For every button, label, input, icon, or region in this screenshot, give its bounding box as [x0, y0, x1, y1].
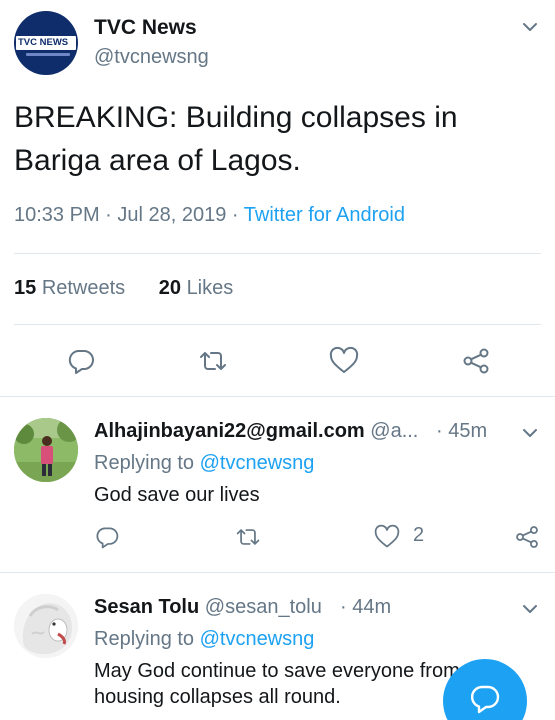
heart-icon[interactable] [329, 346, 359, 376]
likes-stat[interactable]: 20 Likes [159, 277, 234, 299]
heart-icon[interactable] [374, 524, 400, 550]
divider [0, 396, 555, 397]
chevron-down-icon[interactable] [519, 16, 541, 38]
avatar-logo-text: TVC NEWS [18, 37, 69, 48]
author-name[interactable]: TVC News [94, 16, 197, 40]
chevron-down-icon[interactable] [519, 598, 541, 620]
mention-link[interactable]: @tvcnewsng [200, 452, 315, 474]
tweet-meta: 10:33 PM · Jul 28, 2019 · Twitter for An… [14, 204, 405, 227]
tweet-text: BREAKING: Building collapses in Bariga a… [14, 101, 458, 177]
reply-author-handle[interactable]: @a... [370, 420, 418, 442]
reply-author-handle[interactable]: @sesan_tolu [205, 596, 322, 618]
reply-author-name[interactable]: Sesan Tolu [94, 596, 199, 618]
reply-author-name[interactable]: Alhajinbayani22@gmail.com [94, 420, 365, 442]
tweet-time: 10:33 PM [14, 204, 100, 226]
retweet-icon[interactable] [235, 524, 261, 550]
reply-text: God save our lives [94, 484, 260, 506]
author-handle[interactable]: @tvcnewsng [94, 46, 209, 69]
divider [14, 253, 541, 254]
replying-to: Replying to @tvcnewsng [94, 628, 315, 650]
meta-separator: · [226, 204, 244, 226]
avatar[interactable] [14, 594, 78, 658]
share-icon[interactable] [514, 524, 540, 550]
divider [0, 572, 555, 573]
like-count: 2 [413, 524, 425, 546]
chevron-down-icon[interactable] [519, 422, 541, 444]
avatar[interactable] [14, 418, 78, 482]
retweets-stat[interactable]: 15 Retweets [14, 277, 125, 299]
reply-time: · 45m [436, 420, 488, 442]
avatar[interactable]: TVC NEWS [14, 11, 78, 75]
reply-author[interactable]: Alhajinbayani22@gmail.com @a... [94, 420, 418, 443]
reply-time: · 44m [340, 596, 392, 618]
tweet-source-link[interactable]: Twitter for Android [244, 204, 405, 226]
reply-icon[interactable] [94, 524, 120, 550]
mention-link[interactable]: @tvcnewsng [200, 628, 315, 650]
tweet-stats: 15 Retweets 20 Likes [14, 277, 233, 300]
tweet-date: Jul 28, 2019 [117, 204, 227, 226]
share-icon[interactable] [461, 346, 491, 376]
logo-underline [26, 53, 70, 56]
meta-separator: · [99, 204, 118, 226]
reply-icon[interactable] [66, 346, 96, 376]
compose-reply-icon [470, 685, 500, 714]
reply-author[interactable]: Sesan Tolu @sesan_tolu [94, 596, 322, 619]
retweet-icon[interactable] [198, 346, 228, 376]
replying-to: Replying to @tvcnewsng [94, 452, 315, 474]
divider [14, 324, 541, 325]
